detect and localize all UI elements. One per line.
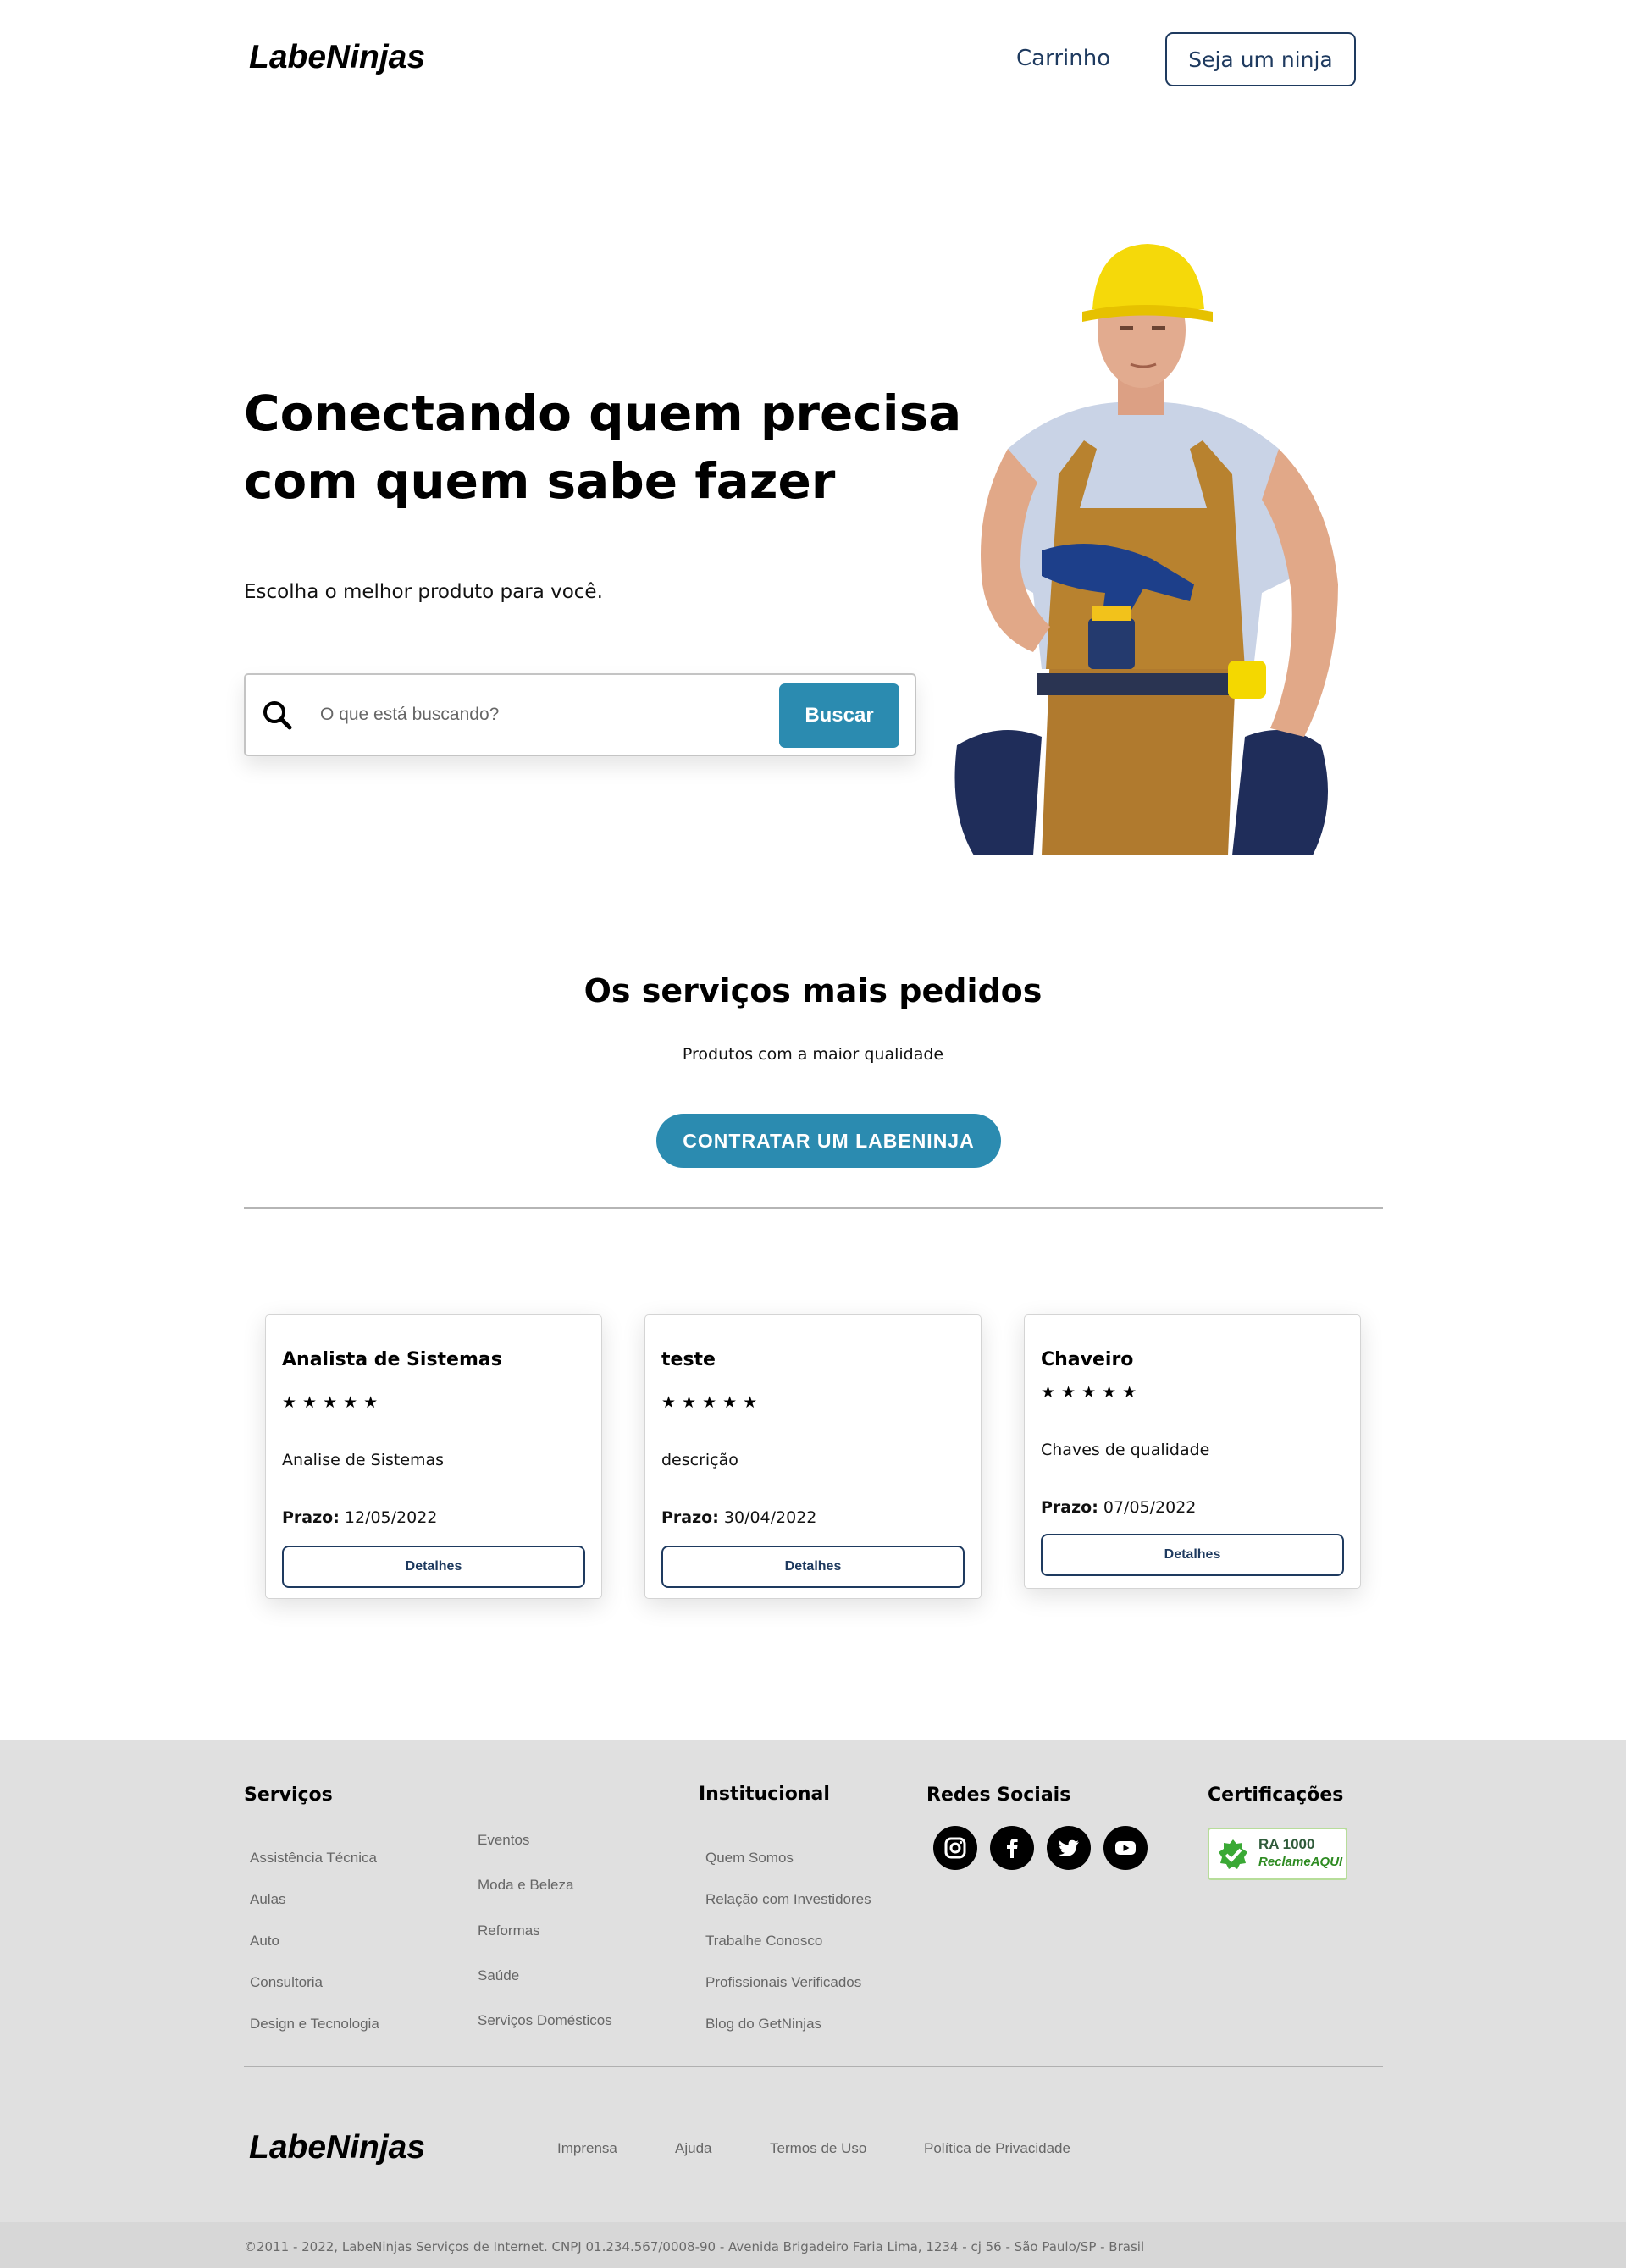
card-rating-stars: ★★★★★ — [282, 1393, 384, 1412]
footer-link[interactable]: Assistência Técnica — [250, 1850, 377, 1867]
footer-cert-heading: Certificações — [1208, 1784, 1344, 1806]
footer-link[interactable]: Quem Somos — [705, 1850, 794, 1867]
footer-link[interactable]: Serviços Domésticos — [478, 2012, 612, 2029]
footer-bottom-link[interactable]: Ajuda — [675, 2140, 711, 2157]
footer-link[interactable]: Aulas — [250, 1891, 286, 1908]
worker-illustration — [954, 244, 1338, 855]
footer-link[interactable]: Profissionais Verificados — [705, 1974, 861, 1991]
card-deadline: Prazo: 30/04/2022 — [661, 1508, 816, 1527]
copyright-text: ©2011 - 2022, LabeNinjas Serviços de Int… — [244, 2239, 1145, 2254]
footer-link[interactable]: Reformas — [478, 1922, 540, 1939]
card-rating-stars: ★★★★★ — [1041, 1383, 1143, 1402]
footer-bottom-link[interactable]: Imprensa — [557, 2140, 617, 2157]
card-deadline: Prazo: 07/05/2022 — [1041, 1498, 1196, 1517]
instagram-icon[interactable] — [933, 1826, 977, 1870]
footer-link[interactable]: Design e Tecnologia — [250, 2016, 379, 2033]
hero-subtitle: Escolha o melhor produto para você. — [244, 581, 603, 603]
footer-link[interactable]: Trabalhe Conosco — [705, 1933, 822, 1950]
twitter-icon[interactable] — [1047, 1826, 1091, 1870]
card-title: Analista de Sistemas — [282, 1349, 502, 1370]
card-deadline: Prazo: 12/05/2022 — [282, 1508, 437, 1527]
deadline-value: 07/05/2022 — [1103, 1498, 1197, 1517]
footer-link[interactable]: Eventos — [478, 1832, 529, 1849]
footer-divider — [244, 2066, 1383, 2067]
card-description: Chaves de qualidade — [1041, 1441, 1210, 1459]
card-rating-stars: ★★★★★ — [661, 1393, 764, 1412]
details-button[interactable]: Detalhes — [282, 1546, 585, 1588]
details-button[interactable]: Detalhes — [1041, 1534, 1344, 1576]
site-footer — [0, 1740, 1626, 2268]
service-card: Analista de Sistemas ★★★★★ Analise de Si… — [265, 1314, 602, 1599]
reclame-aqui-badge[interactable]: RA 1000 ReclameAQUI — [1208, 1828, 1347, 1880]
search-icon — [261, 699, 295, 733]
hero-title-line2: com quem sabe fazer — [244, 452, 836, 510]
search-input[interactable] — [320, 695, 760, 734]
service-card: teste ★★★★★ descrição Prazo: 30/04/2022 … — [644, 1314, 982, 1599]
deadline-label: Prazo: — [1041, 1498, 1098, 1517]
hire-ninja-button[interactable]: CONTRATAR UM LABENINJA — [656, 1114, 1001, 1168]
hero-title: Conectando quem precisa com quem sabe fa… — [244, 379, 1006, 515]
logo[interactable]: LabeNinjas — [249, 39, 425, 76]
youtube-icon[interactable] — [1103, 1826, 1148, 1870]
section-divider — [244, 1207, 1383, 1209]
footer-institutional-heading: Institucional — [699, 1784, 830, 1805]
become-ninja-button[interactable]: Seja um ninja — [1165, 32, 1356, 86]
site-header: LabeNinjas Carrinho Seja um ninja — [0, 0, 1626, 119]
card-description: descrição — [661, 1451, 738, 1469]
footer-social-heading: Redes Sociais — [926, 1784, 1071, 1806]
deadline-value: 12/05/2022 — [344, 1508, 438, 1527]
deadline-value: 30/04/2022 — [723, 1508, 817, 1527]
card-title: teste — [661, 1349, 716, 1370]
cart-link[interactable]: Carrinho — [1016, 46, 1110, 71]
footer-bottom-link[interactable]: Termos de Uso — [770, 2140, 866, 2157]
footer-link[interactable]: Saúde — [478, 1967, 519, 1984]
section-subtitle: Produtos com a maior qualidade — [682, 1045, 944, 1064]
service-card: Chaveiro ★★★★★ Chaves de qualidade Prazo… — [1024, 1314, 1361, 1589]
details-button[interactable]: Detalhes — [661, 1546, 965, 1588]
footer-logo[interactable]: LabeNinjas — [249, 2129, 425, 2166]
card-title: Chaveiro — [1041, 1349, 1134, 1370]
check-badge-icon — [1216, 1838, 1250, 1875]
footer-bottom-link[interactable]: Política de Privacidade — [924, 2140, 1070, 2157]
footer-link[interactable]: Auto — [250, 1933, 279, 1950]
deadline-label: Prazo: — [282, 1508, 340, 1527]
footer-link[interactable]: Moda e Beleza — [478, 1877, 573, 1894]
search-button[interactable]: Buscar — [779, 683, 899, 748]
footer-link[interactable]: Blog do GetNinjas — [705, 2016, 821, 2033]
cert-badge-line1: RA 1000 — [1258, 1836, 1315, 1852]
section-title: Os serviços mais pedidos — [583, 972, 1043, 1010]
footer-link[interactable]: Relação com Investidores — [705, 1891, 871, 1908]
facebook-icon[interactable] — [990, 1826, 1034, 1870]
footer-link[interactable]: Consultoria — [250, 1974, 323, 1991]
card-description: Analise de Sistemas — [282, 1451, 445, 1469]
search-bar: Buscar — [244, 673, 916, 756]
cert-badge-line2: ReclameAQUI — [1258, 1855, 1343, 1869]
deadline-label: Prazo: — [661, 1508, 719, 1527]
hero-title-line1: Conectando quem precisa — [244, 384, 962, 442]
footer-services-heading: Serviços — [244, 1784, 333, 1806]
